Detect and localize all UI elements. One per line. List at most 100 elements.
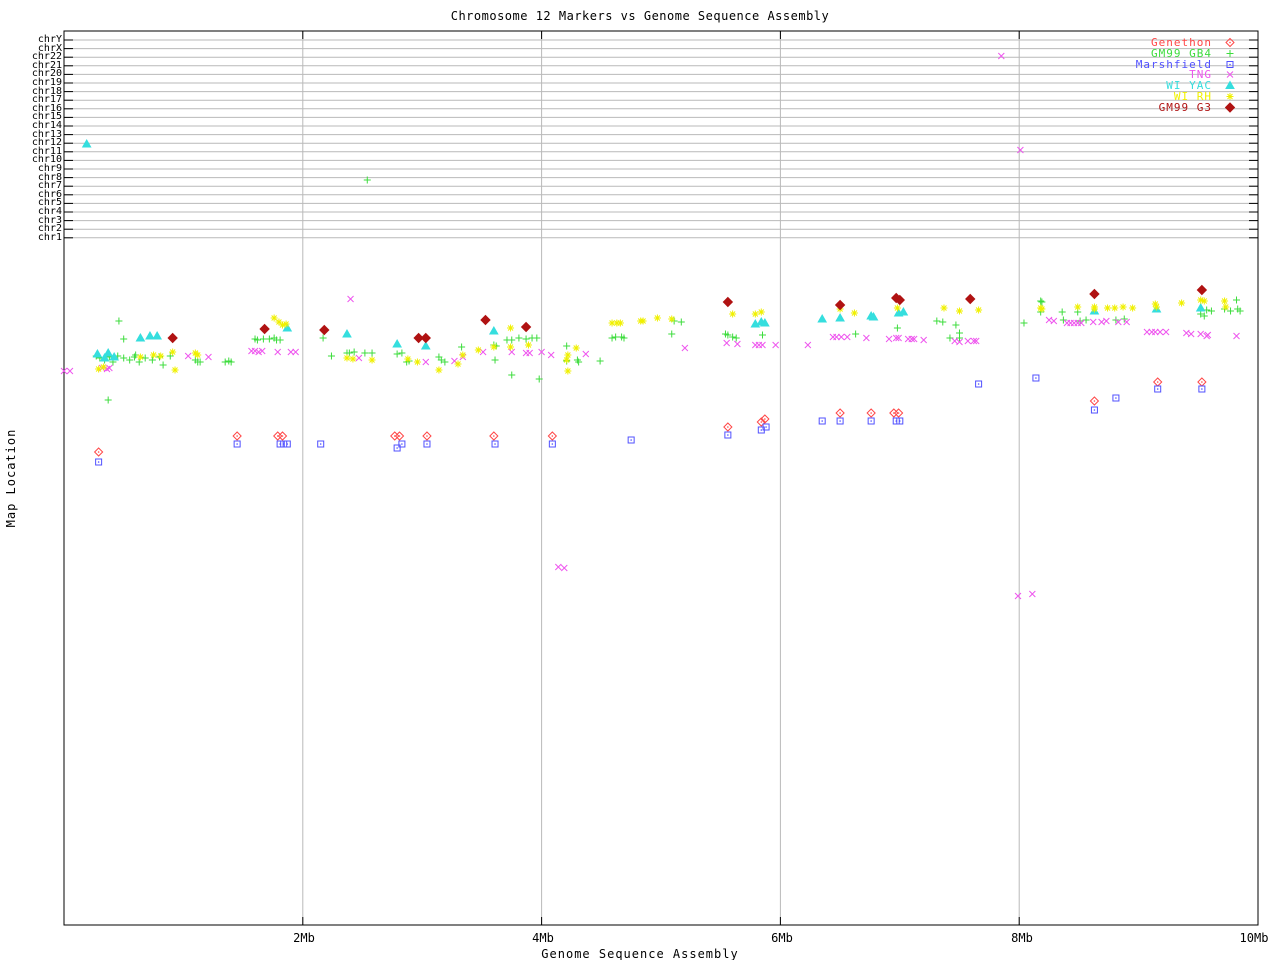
data-point [507,343,515,351]
data-point [560,564,568,572]
data-point [270,314,278,322]
data-point [1162,328,1170,336]
marker-glyph [732,334,740,342]
data-point [1227,307,1235,315]
marker-glyph [458,343,466,351]
data-point [804,341,812,349]
data-point [889,408,899,418]
data-point [507,324,515,332]
data-point [1119,303,1127,311]
marker-glyph [488,325,499,335]
data-point [126,356,134,364]
data-point [596,357,604,365]
data-point [515,334,523,342]
data-point [582,350,590,358]
marker-glyph [722,296,734,308]
marker-glyph [136,353,144,361]
data-point [1089,318,1097,326]
data-point [1104,304,1112,312]
marker-glyph [1111,304,1119,312]
marker-glyph [729,310,737,318]
marker-glyph [834,299,846,311]
data-point [757,308,765,316]
series-genethon [93,377,1207,457]
marker-glyph [757,308,765,316]
marker-glyph [282,320,290,328]
data-point [1089,288,1100,300]
marker-dot [765,426,767,428]
marker-glyph [398,349,406,357]
marker-glyph [608,334,616,342]
data-point [394,431,405,441]
marker-dot [1229,41,1231,44]
data-point [280,440,288,448]
marker-glyph [145,330,155,340]
data-point [404,355,412,363]
marker-glyph [1226,92,1234,100]
data-point [1153,303,1161,311]
data-point [608,334,616,342]
data-point [115,317,123,325]
marker-glyph [347,295,354,303]
marker-glyph [66,367,74,375]
marker-glyph [1037,297,1045,305]
marker-glyph [1197,330,1205,338]
marker-glyph [804,341,812,349]
marker-dot [493,435,495,437]
data-point [282,320,290,328]
data-point [413,358,421,366]
data-point [850,309,858,317]
data-point [723,422,733,432]
data-point [368,356,376,364]
data-point [965,293,976,305]
data-point [852,330,860,338]
marker-glyph [920,336,928,344]
marker-glyph [1156,328,1164,336]
marker-glyph [1020,319,1028,327]
x-tick-10mb: 10Mb [1239,931,1269,945]
data-point [490,343,498,351]
marker-glyph [1222,303,1230,311]
data-point [997,52,1005,60]
data-point [292,348,299,356]
marker-glyph [1058,308,1066,316]
data-point [259,323,270,335]
data-point [221,358,229,366]
data-point [159,361,167,369]
data-point [135,332,146,342]
legend-marker-icon [1225,80,1235,90]
data-point [732,334,740,342]
data-point [276,336,284,344]
marker-glyph [564,367,572,375]
marker-glyph [1090,305,1098,313]
marker-glyph [734,340,741,348]
marker-dot [97,461,100,463]
marker-glyph [1227,307,1235,315]
data-point [724,431,732,439]
marker-dot [1115,397,1117,399]
marker-glyph [1178,299,1186,307]
data-point [454,360,462,368]
y-label-chr1: chr1 [37,231,62,243]
marker-glyph [270,314,278,322]
data-point [863,334,870,342]
series-wi-rh [95,296,1230,375]
marker-glyph [668,315,676,323]
marker-glyph [772,341,779,349]
legend-label: GM99 G3 [1158,100,1212,114]
data-point [548,440,556,448]
marker-glyph [292,348,299,356]
marker-glyph [1233,332,1240,340]
marker-glyph [343,354,351,362]
marker-glyph [491,356,499,364]
marker-glyph [106,364,113,372]
marker-glyph [723,339,731,347]
legend-marker-icon [1225,37,1235,48]
data-point [933,317,941,325]
data-point [491,356,499,364]
data-point [368,349,376,357]
marker-glyph [1207,307,1215,315]
marker-glyph [837,333,845,341]
data-point [729,310,737,318]
data-point [1032,374,1040,382]
